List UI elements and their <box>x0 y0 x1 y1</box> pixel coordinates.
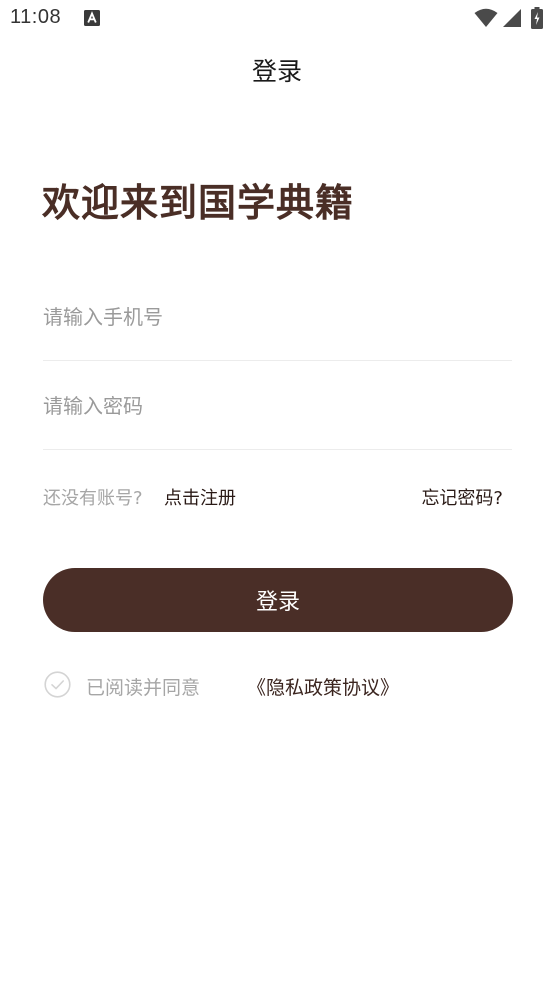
signal-icon <box>503 9 521 27</box>
agreement-text: 已阅读并同意 <box>86 677 201 699</box>
account-links-row: 还没有账号? 点击注册 忘记密码? <box>43 482 503 510</box>
password-field <box>43 361 512 450</box>
no-account-text: 还没有账号? <box>43 488 143 509</box>
notification-a-icon <box>84 10 100 26</box>
phone-field <box>43 272 512 361</box>
status-time: 11:08 <box>10 6 62 28</box>
battery-charging-icon <box>531 7 543 29</box>
wifi-icon <box>474 8 498 27</box>
welcome-heading: 欢迎来到国学典籍 <box>42 181 355 225</box>
privacy-policy-link[interactable]: 《隐私政策协议》 <box>247 673 399 700</box>
page-title: 登录 <box>251 57 302 86</box>
register-link[interactable]: 点击注册 <box>164 484 236 510</box>
forgot-password-link[interactable]: 忘记密码? <box>421 484 503 510</box>
password-input[interactable] <box>43 388 512 424</box>
status-bar: 11:08 <box>0 0 554 38</box>
phone-input[interactable] <box>43 299 512 335</box>
agree-checkbox-icon[interactable] <box>44 671 71 698</box>
login-screen: 11:08 登录 欢迎来到国学典籍 还没有账号? 点击注册 忘记密码? 登录 <box>0 0 554 984</box>
login-button[interactable]: 登录 <box>43 568 513 632</box>
